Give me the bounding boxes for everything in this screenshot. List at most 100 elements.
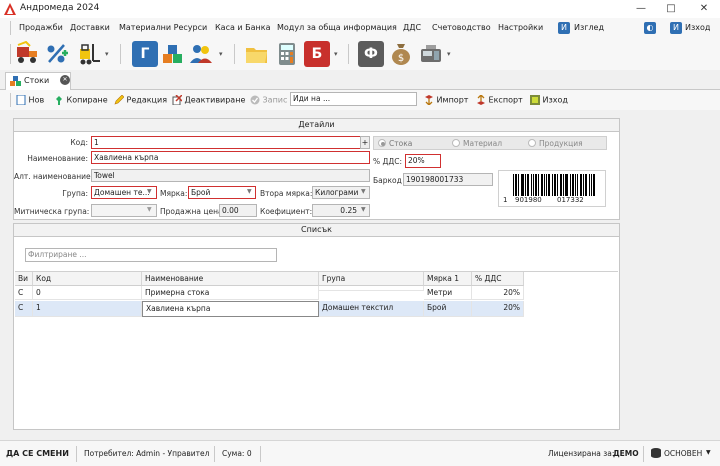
new-label: Нов: [28, 95, 45, 105]
status-separator: [643, 446, 644, 462]
open-folder-icon[interactable]: [244, 41, 270, 67]
database-dropdown-icon[interactable]: ▼: [706, 449, 711, 456]
menu-item-deliveries[interactable]: Доставки: [70, 23, 110, 32]
users-group-icon[interactable]: [188, 41, 214, 67]
minimize-button[interactable]: —: [630, 0, 652, 18]
menu-item-material-resources[interactable]: Материални Ресурси: [119, 23, 207, 32]
name-field[interactable]: Хавлиена кърпа: [91, 151, 370, 164]
dropdown-arrow-icon[interactable]: ▾: [447, 50, 451, 58]
cell-code: 0: [33, 286, 142, 300]
exit-button[interactable]: Изход: [530, 95, 568, 105]
code-add-button[interactable]: +: [360, 136, 370, 149]
close-button[interactable]: ✕: [693, 0, 715, 18]
radio-material[interactable]: [452, 139, 460, 147]
status-sum: Сума: 0: [222, 449, 252, 458]
cell-name-editing[interactable]: Хавлиена кърпа: [142, 301, 319, 317]
discount-percent-icon[interactable]: [44, 41, 70, 67]
new-button[interactable]: Нов: [16, 95, 44, 105]
info-icon[interactable]: ◐: [644, 22, 656, 34]
menu-item-general-info[interactable]: Модул за обща информация: [277, 23, 397, 32]
money-bag-icon[interactable]: $: [388, 41, 414, 67]
calculator-icon[interactable]: [274, 41, 300, 67]
dropdown-arrow-icon[interactable]: ▾: [219, 50, 223, 58]
edit-button[interactable]: Редакция: [114, 95, 167, 105]
status-separator: [260, 446, 261, 462]
tab-label: Стоки: [24, 76, 50, 85]
delivery-truck-icon[interactable]: [14, 41, 40, 67]
col-header-unit[interactable]: Мярка 1: [424, 272, 472, 286]
barcode-bar: [572, 174, 573, 196]
filter-input[interactable]: Филтриране ...: [25, 248, 277, 262]
tab-strip: [0, 70, 720, 90]
cell-unit: Брой: [424, 301, 472, 317]
balance-report-button[interactable]: Б: [304, 41, 330, 67]
exit-door-icon: [530, 95, 540, 105]
barcode-digit-first: 1: [503, 196, 508, 204]
col-header-group[interactable]: Група: [319, 272, 424, 286]
table-row[interactable]: С 0 Примерна стока Метри 20%: [15, 286, 524, 301]
change-status[interactable]: ДА СЕ СМЕНИ: [6, 449, 69, 458]
save-label: Запис: [262, 95, 288, 105]
sale-price-label: Продажна цена: [160, 207, 223, 216]
sale-price-field[interactable]: 0.00: [219, 204, 257, 217]
col-header-vi[interactable]: Ви: [15, 272, 33, 286]
group-dropdown-icon: ▼: [147, 188, 152, 195]
new-document-icon: [16, 95, 26, 105]
menu-item-cash-bank[interactable]: Каса и Банка: [215, 23, 271, 32]
tab-goods[interactable]: Стоки ✕: [5, 72, 71, 90]
pencil-icon: [114, 95, 124, 105]
vat-field[interactable]: 20%: [405, 154, 441, 168]
cash-register-icon[interactable]: [418, 41, 444, 67]
title-bar: Андромеда 2024 — □ ✕: [0, 0, 720, 18]
deactivate-label: Деактивиране: [184, 95, 246, 105]
barcode-bar: [580, 174, 581, 196]
database-name[interactable]: ОСНОВЕН: [664, 449, 702, 458]
table-row-selected[interactable]: С 1 Хавлиена кърпа Домашен текстил Брой …: [15, 301, 524, 317]
alt-name-field[interactable]: Towel: [91, 169, 370, 182]
menu-item-view[interactable]: Изглед: [574, 23, 604, 32]
barcode-bar: [523, 174, 524, 196]
unit-select[interactable]: Брой: [188, 186, 256, 199]
col-header-vat[interactable]: % ДДС: [472, 272, 524, 286]
menu-item-sales[interactable]: Продажби: [19, 23, 63, 32]
barcode-bar: [538, 174, 539, 196]
menu-item-accounting[interactable]: Счетоводство: [432, 23, 491, 32]
general-ledger-button[interactable]: Г: [132, 41, 158, 67]
barcode-bar: [515, 174, 516, 196]
barcode-bar: [586, 174, 587, 196]
barcode-bar: [555, 174, 556, 196]
col-header-code[interactable]: Код: [33, 272, 142, 286]
deactivate-button[interactable]: Деактивиране: [172, 95, 245, 105]
warehouse-boxes-icon[interactable]: [160, 41, 186, 67]
dropdown-arrow-icon[interactable]: ▾: [105, 50, 109, 58]
cell-vi: С: [15, 301, 33, 317]
save-button[interactable]: Запис: [250, 95, 287, 105]
barcode-field[interactable]: 190198001733: [403, 173, 493, 186]
radio-production[interactable]: [528, 139, 536, 147]
copy-button[interactable]: Копиране: [54, 95, 108, 105]
barcode-label: Баркод: [373, 176, 402, 185]
barcode-bar: [528, 174, 529, 196]
maximize-button[interactable]: □: [660, 0, 682, 18]
barcode-bar: [541, 174, 542, 196]
menu-item-settings[interactable]: Настройки: [498, 23, 543, 32]
menu-item-vat[interactable]: ДДС: [403, 23, 421, 32]
barcode-bar: [585, 174, 586, 196]
barcode-bar: [522, 174, 523, 196]
menu-item-exit[interactable]: Изход: [685, 23, 710, 32]
export-button[interactable]: Експорт: [476, 95, 523, 105]
second-unit-dropdown-icon: ▼: [361, 188, 366, 195]
main-toolbar: ▾ Г ▾ Б ▾ Ф $ ▾: [0, 38, 720, 70]
dropdown-arrow-icon[interactable]: ▾: [334, 50, 338, 58]
code-field[interactable]: 1: [91, 136, 361, 149]
goto-search-input[interactable]: Иди на ...: [290, 92, 417, 106]
radio-goods[interactable]: [378, 139, 386, 147]
forklift-icon[interactable]: [76, 41, 102, 67]
invoice-button[interactable]: Ф: [358, 41, 384, 67]
barcode-bar: [583, 174, 584, 196]
barcode-bar: [552, 174, 553, 196]
tab-close-icon[interactable]: ✕: [60, 75, 70, 85]
col-header-name[interactable]: Наименование: [142, 272, 319, 286]
app-logo-icon: [4, 3, 16, 15]
import-button[interactable]: Импорт: [424, 95, 468, 105]
